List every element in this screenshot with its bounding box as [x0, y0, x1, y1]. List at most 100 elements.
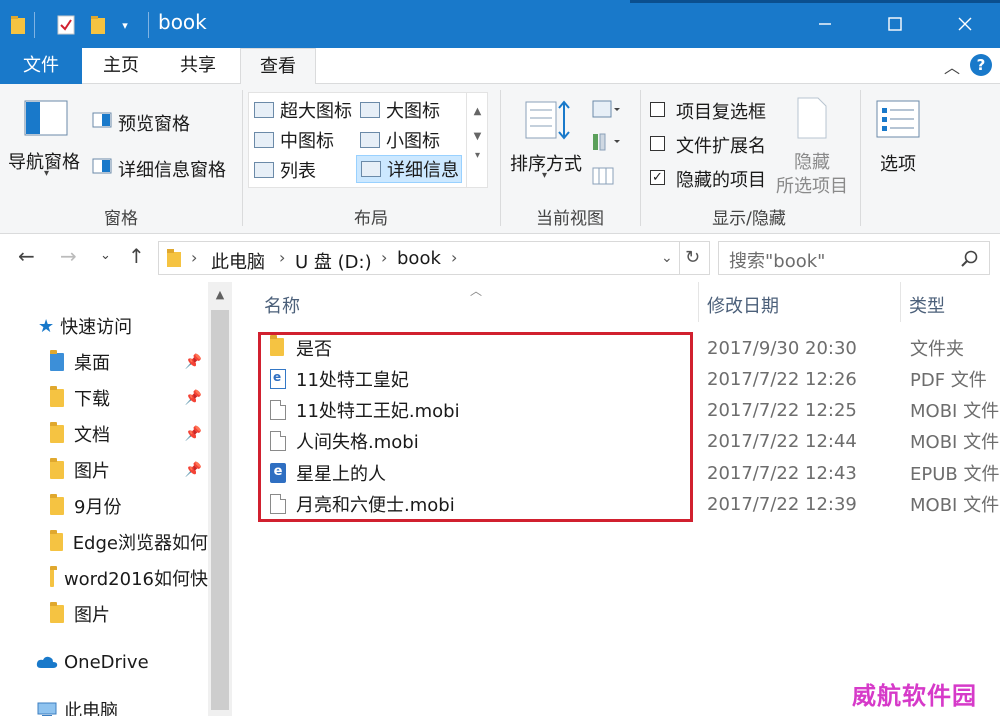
pin-icon[interactable]: 📌 [185, 426, 202, 442]
maximize-button[interactable] [860, 0, 930, 48]
folder-icon [50, 602, 64, 623]
nav-item-desktop[interactable]: 桌面 📌 [50, 345, 208, 379]
sort-by-dropdown-icon[interactable]: ▾ [542, 170, 547, 181]
close-button[interactable] [930, 0, 1000, 48]
properties-icon[interactable] [56, 12, 76, 38]
back-icon[interactable]: ← [18, 244, 35, 268]
gallery-more-icon[interactable]: ▾ [467, 150, 488, 161]
nav-item-pictures-2[interactable]: 图片 [50, 597, 110, 631]
tab-file[interactable]: 文件 [0, 48, 82, 84]
layout-extra-large-icons[interactable]: 超大图标 [254, 96, 352, 124]
minimize-button[interactable] [790, 0, 860, 48]
nav-item-word2016[interactable]: word2016如何快 [50, 561, 208, 595]
nav-pane-icon[interactable] [24, 100, 68, 140]
group-separator [860, 90, 861, 226]
file-date: 2017/7/22 12:25 [707, 399, 857, 421]
pin-icon[interactable]: 📌 [185, 354, 202, 370]
search-input[interactable]: 搜索"book" [718, 241, 990, 275]
folder-icon [50, 530, 63, 551]
tab-home[interactable]: 主页 [86, 48, 156, 84]
layout-medium-icons[interactable]: 中图标 [254, 126, 334, 154]
recent-locations-icon[interactable]: ⌄ [100, 248, 111, 263]
gallery-up-icon[interactable]: ▲ [467, 106, 488, 117]
nav-quick-access[interactable]: ★ 快速访问 [38, 309, 132, 343]
nav-item-edge[interactable]: Edge浏览器如何 [50, 525, 208, 559]
column-header-date[interactable]: 修改日期 [707, 292, 779, 318]
refresh-icon[interactable]: ↻ [685, 247, 700, 268]
folder-icon [167, 249, 181, 271]
options-icon[interactable] [876, 100, 920, 142]
chevron-right-icon[interactable]: › [279, 248, 285, 267]
layout-details[interactable]: 详细信息 [356, 155, 462, 183]
nav-item-downloads[interactable]: 下载 📌 [50, 381, 208, 415]
nav-pane-scrollbar[interactable]: ▲ [208, 282, 232, 716]
new-folder-icon[interactable] [88, 12, 108, 38]
layout-small-icons[interactable]: 小图标 [360, 126, 440, 154]
title-bar: ▾ book [0, 0, 1000, 48]
address-bar[interactable]: › 此电脑 › U 盘 (D:) › book › ⌄ ↻ [158, 241, 710, 275]
breadcrumb-this-pc[interactable]: 此电脑 [211, 248, 265, 274]
hide-selected-button-line2[interactable]: 所选项目 [776, 172, 848, 198]
nav-pane-dropdown-icon[interactable]: ▾ [44, 168, 49, 179]
file-extensions-checkbox[interactable] [650, 136, 665, 151]
file-type: PDF 文件 [910, 370, 987, 391]
details-pane-button[interactable]: 详细信息窗格 [118, 156, 226, 182]
chevron-right-icon[interactable]: › [451, 248, 457, 267]
pin-icon[interactable]: 📌 [185, 390, 202, 406]
navigation-pane: ★ 快速访问 桌面 📌 下载 📌 文档 📌 图片 📌 9月份 Edge浏览器如何… [0, 282, 232, 716]
layout-large-icons[interactable]: 大图标 [360, 96, 440, 124]
file-date: 2017/7/22 12:43 [707, 462, 857, 484]
nav-item-september[interactable]: 9月份 [50, 489, 121, 523]
chevron-right-icon[interactable]: › [191, 248, 197, 267]
nav-onedrive[interactable]: OneDrive [36, 645, 149, 679]
address-dropdown-icon[interactable]: ⌄ [661, 250, 673, 266]
column-header-type[interactable]: 类型 [909, 292, 945, 318]
help-icon[interactable]: ? [970, 54, 992, 76]
extra-large-icons-icon [254, 102, 274, 118]
tab-view[interactable]: 查看 [240, 48, 316, 85]
sort-by-icon[interactable] [524, 98, 572, 146]
group-label-layout: 布局 [354, 209, 388, 229]
layout-gallery-scroller[interactable]: ▲ ▼ ▾ [466, 92, 488, 188]
file-date: 2017/7/22 12:44 [707, 430, 857, 452]
item-checkboxes-label: 项目复选框 [676, 102, 766, 123]
chevron-right-icon[interactable]: › [381, 248, 387, 267]
hide-selected-button-line1[interactable]: 隐藏 [794, 148, 830, 174]
layout-list[interactable]: 列表 [254, 156, 316, 184]
preview-pane-button[interactable]: 预览窗格 [118, 110, 190, 136]
hidden-items-checkbox[interactable]: ✓ [650, 170, 665, 185]
cloud-icon [36, 656, 58, 668]
folder-app-icon [8, 12, 28, 38]
column-header-name[interactable]: 名称 [264, 292, 300, 318]
pin-icon[interactable]: 📌 [185, 462, 202, 478]
star-icon: ★ [38, 315, 55, 337]
nav-this-pc[interactable]: 此电脑 [36, 693, 118, 716]
nav-item-pictures[interactable]: 图片 📌 [50, 453, 208, 487]
desktop-folder-icon [50, 350, 64, 371]
options-button[interactable]: 选项 [880, 150, 916, 176]
add-columns-icon[interactable] [592, 132, 622, 156]
file-date: 2017/7/22 12:26 [707, 368, 857, 390]
scrollbar-thumb[interactable] [211, 310, 229, 710]
group-label-current-view: 当前视图 [536, 209, 604, 229]
forward-icon[interactable]: → [60, 244, 77, 268]
nav-item-documents[interactable]: 文档 📌 [50, 417, 208, 451]
gallery-down-icon[interactable]: ▼ [467, 131, 488, 142]
file-type: MOBI 文件 [910, 401, 1000, 422]
scroll-up-icon[interactable]: ▲ [208, 288, 232, 301]
file-extensions-label: 文件扩展名 [676, 136, 766, 157]
group-by-icon[interactable] [592, 100, 622, 122]
item-checkboxes-checkbox[interactable] [650, 102, 665, 117]
qa-dropdown-icon[interactable]: ▾ [118, 12, 132, 38]
size-columns-icon[interactable] [592, 166, 614, 190]
tab-share[interactable]: 共享 [162, 48, 234, 84]
list-icon [254, 162, 274, 178]
ribbon-tabs: 文件 主页 共享 查看 ︿ ? [0, 48, 1000, 85]
collapse-ribbon-icon[interactable]: ︿ [944, 54, 960, 78]
ribbon-view: 导航窗格 ▾ 预览窗格 详细信息窗格 窗格 超大图标 大图标 中图标 小图标 列… [0, 84, 1000, 234]
breadcrumb-book[interactable]: book [397, 248, 441, 269]
up-icon[interactable]: ↑ [128, 244, 145, 268]
search-icon [961, 250, 978, 267]
breadcrumb-drive[interactable]: U 盘 (D:) [295, 248, 372, 274]
downloads-folder-icon [50, 386, 64, 407]
